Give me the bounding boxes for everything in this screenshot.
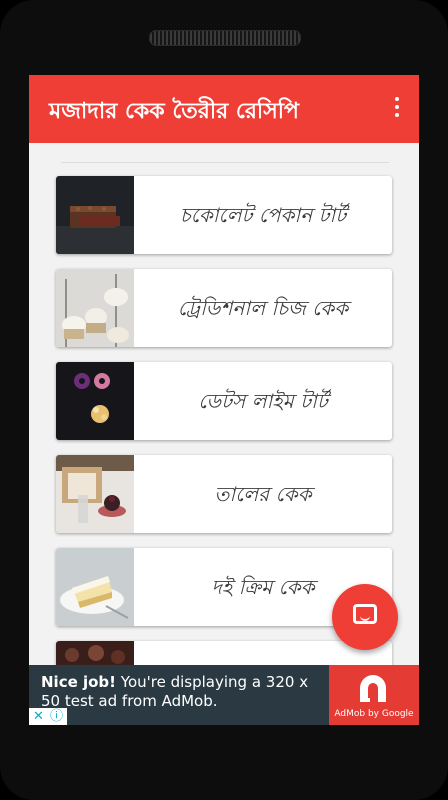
recipe-label: তালের কেক bbox=[214, 482, 312, 506]
recipe-image bbox=[56, 269, 134, 347]
recipe-card[interactable]: ডেটস লাইম টার্ট bbox=[56, 362, 392, 440]
phone-frame: মজাদার কেক তৈরীর রেসিপি চকোলেট পেকান টার… bbox=[0, 0, 448, 800]
app-screen: মজাদার কেক তৈরীর রেসিপি চকোলেট পেকান টার… bbox=[29, 75, 419, 725]
recipe-image bbox=[56, 362, 134, 440]
recipe-label: ডেটস লাইম টার্ট bbox=[198, 389, 328, 413]
admob-logo-icon bbox=[360, 675, 386, 702]
recipe-image bbox=[56, 176, 134, 254]
recipe-label: ট্রেডিশনাল চিজ কেক bbox=[177, 296, 349, 320]
info-icon[interactable]: ⓘ bbox=[50, 708, 63, 725]
recipe-image bbox=[56, 455, 134, 533]
ad-banner[interactable]: Nice job! You're displaying a 320 x 50 t… bbox=[29, 665, 419, 725]
list-divider bbox=[61, 162, 389, 163]
recipe-card[interactable]: ট্রেডিশনাল চিজ কেক bbox=[56, 269, 392, 347]
ad-brand: AdMob by Google bbox=[334, 709, 414, 719]
app-title: মজাদার কেক তৈরীর রেসিপি bbox=[49, 99, 299, 124]
ad-controls: ✕ ⓘ bbox=[29, 708, 67, 725]
chat-icon bbox=[353, 604, 377, 624]
speaker-grille bbox=[149, 30, 301, 46]
admob-logo-panel[interactable]: AdMob by Google bbox=[329, 665, 419, 725]
app-bar: মজাদার কেক তৈরীর রেসিপি bbox=[29, 75, 419, 143]
ad-text: Nice job! You're displaying a 320 x 50 t… bbox=[41, 673, 331, 711]
recipe-label: চকোলেট পেকান টার্ট bbox=[179, 203, 347, 227]
recipe-card[interactable]: চকোলেট পেকান টার্ট bbox=[56, 176, 392, 254]
overflow-menu-icon[interactable] bbox=[389, 97, 405, 121]
ad-headline: Nice job! bbox=[41, 673, 117, 691]
recipe-image bbox=[56, 548, 134, 626]
recipe-card[interactable]: তালের কেক bbox=[56, 455, 392, 533]
close-x-icon[interactable]: ✕ bbox=[33, 708, 44, 725]
chat-fab-button[interactable] bbox=[332, 584, 398, 650]
